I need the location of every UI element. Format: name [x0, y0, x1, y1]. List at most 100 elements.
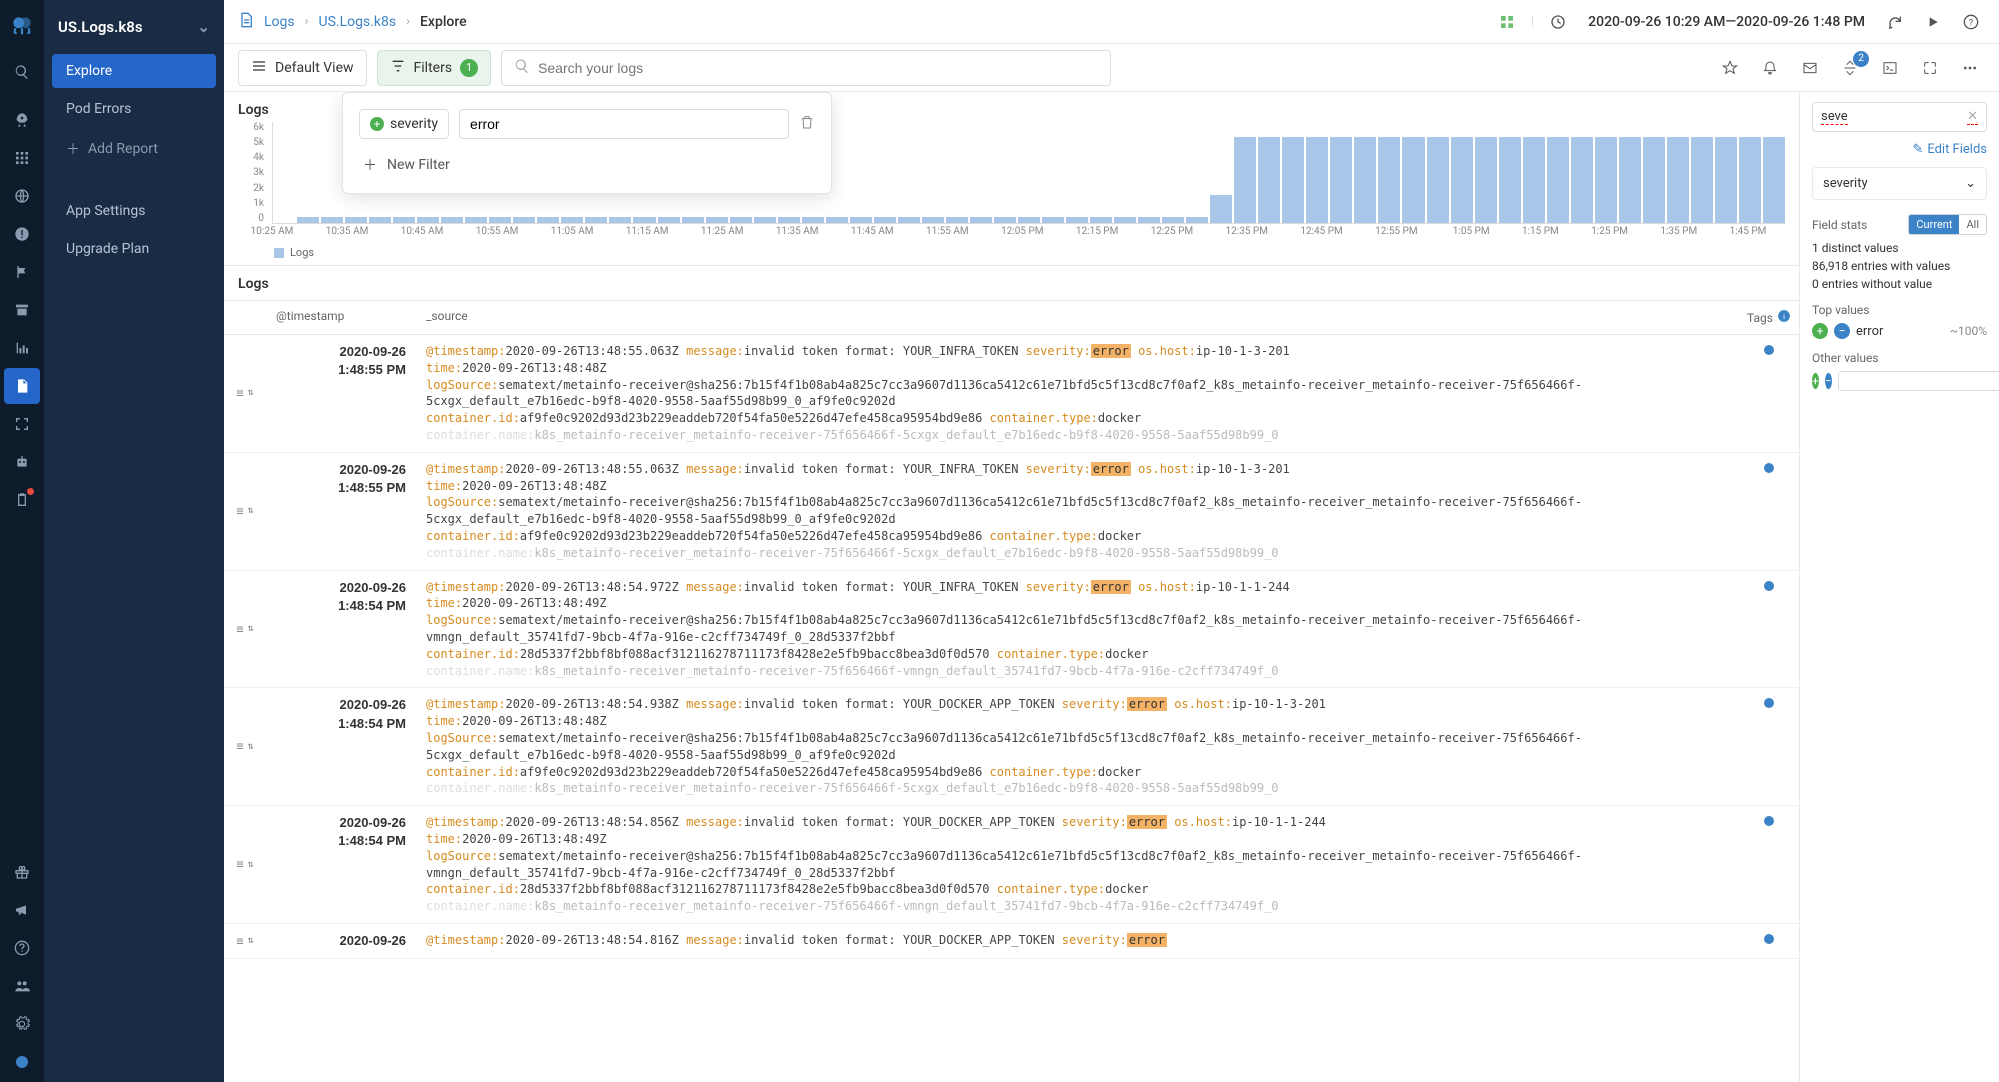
expand-icon[interactable] — [1915, 53, 1945, 83]
exclude-filter-icon[interactable]: − — [1825, 373, 1832, 389]
hamburger-icon[interactable]: ≡ — [236, 385, 243, 402]
default-view-button[interactable]: Default View — [238, 50, 367, 86]
tag-dot[interactable] — [1764, 816, 1774, 826]
field-stats-label: Field stats — [1812, 218, 1867, 232]
megaphone-icon[interactable] — [4, 892, 40, 928]
chevron-down-icon: ⌄ — [1965, 176, 1976, 191]
sort-icon[interactable]: ⇅ — [248, 934, 254, 948]
hamburger-icon[interactable]: ≡ — [236, 933, 243, 950]
log-row[interactable]: ≡⇅2020-09-261:48:55 PM@timestamp:2020-09… — [224, 335, 1799, 453]
search-icon[interactable] — [4, 54, 40, 90]
col-timestamp[interactable]: @timestamp — [266, 301, 416, 334]
help-icon[interactable]: ? — [1957, 8, 1985, 36]
clipboard-icon[interactable] — [4, 482, 40, 518]
help-icon[interactable] — [4, 930, 40, 966]
add-filter-icon[interactable]: + — [1812, 323, 1828, 339]
filter-field-chip[interactable]: + severity — [359, 109, 449, 139]
edit-fields-button[interactable]: ✎ Edit Fields — [1812, 142, 1987, 157]
sidebar-item-explore[interactable]: Explore — [52, 54, 216, 88]
field-search[interactable]: seve ✕ — [1812, 102, 1987, 132]
legend-swatch — [274, 248, 284, 258]
apps-icon[interactable] — [1493, 8, 1521, 36]
top-values-label: Top values — [1812, 303, 1987, 317]
play-icon[interactable] — [1919, 8, 1947, 36]
tag-dot[interactable] — [1764, 345, 1774, 355]
search-icon — [514, 58, 530, 78]
flag-icon[interactable] — [4, 254, 40, 290]
new-filter-button[interactable]: ＋ New Filter — [359, 153, 815, 177]
sort-icon[interactable]: ⇅ — [248, 858, 254, 872]
field-severity-accordion[interactable]: severity ⌄ — [1812, 167, 1987, 200]
tag-dot[interactable] — [1764, 698, 1774, 708]
exclude-filter-icon[interactable]: − — [1834, 323, 1850, 339]
col-tags[interactable]: Tags i — [1739, 301, 1799, 334]
sphere-icon[interactable] — [4, 1044, 40, 1080]
log-row[interactable]: ≡⇅2020-09-261:48:54 PM@timestamp:2020-09… — [224, 688, 1799, 806]
list-icon — [251, 58, 267, 78]
more-icon[interactable] — [1955, 53, 1985, 83]
tag-dot[interactable] — [1764, 581, 1774, 591]
recycle-icon[interactable]: 2 — [1835, 53, 1865, 83]
filter-value-input[interactable] — [459, 109, 789, 139]
col-source[interactable]: _source — [416, 301, 1739, 334]
terminal-icon[interactable] — [1875, 53, 1905, 83]
log-row[interactable]: ≡⇅2020-09-261:48:55 PM@timestamp:2020-09… — [224, 453, 1799, 571]
sidebar-item-app-settings[interactable]: App Settings — [52, 194, 216, 228]
clock-icon — [1544, 8, 1572, 36]
chart-icon[interactable] — [4, 330, 40, 366]
app-selector[interactable]: US.Logs.k8s ⌄ — [44, 10, 224, 52]
sort-icon[interactable]: ⇅ — [248, 622, 254, 636]
refresh-icon[interactable] — [1881, 8, 1909, 36]
other-value-input[interactable] — [1838, 371, 1999, 391]
sort-icon[interactable]: ⇅ — [248, 504, 254, 518]
grid-icon[interactable] — [4, 140, 40, 176]
hamburger-icon[interactable]: ≡ — [236, 738, 243, 755]
rocket-icon[interactable] — [4, 102, 40, 138]
app-title: US.Logs.k8s — [58, 18, 143, 36]
trash-icon[interactable] — [799, 114, 815, 134]
hamburger-icon[interactable]: ≡ — [236, 503, 243, 520]
sidebar-item-upgrade[interactable]: Upgrade Plan — [52, 232, 216, 266]
alert-icon[interactable] — [4, 216, 40, 252]
hamburger-icon[interactable]: ≡ — [236, 621, 243, 638]
log-row[interactable]: ≡⇅2020-09-261:48:54 PM@timestamp:2020-09… — [224, 571, 1799, 689]
star-icon[interactable] — [1715, 53, 1745, 83]
breadcrumb-root[interactable]: Logs — [264, 14, 295, 30]
users-icon[interactable] — [4, 968, 40, 1004]
document-icon — [238, 12, 254, 32]
time-range[interactable]: 2020-09-26 10:29 AM—2020-09-26 1:48 PM — [1582, 14, 1871, 30]
document-icon[interactable] — [4, 368, 40, 404]
focus-icon[interactable] — [4, 406, 40, 442]
tag-dot[interactable] — [1764, 463, 1774, 473]
hamburger-icon[interactable]: ≡ — [236, 856, 243, 873]
robot-icon[interactable] — [4, 444, 40, 480]
gear-icon[interactable] — [4, 1006, 40, 1042]
mail-icon[interactable] — [1795, 53, 1825, 83]
stat-with: 86,918 entries with values — [1812, 259, 1987, 273]
tag-dot[interactable] — [1764, 934, 1774, 944]
close-icon[interactable]: ✕ — [1967, 109, 1978, 125]
stats-scope-toggle[interactable]: Current All — [1908, 214, 1987, 235]
gift-icon[interactable] — [4, 854, 40, 890]
sort-icon[interactable]: ⇅ — [248, 740, 254, 754]
search-field[interactable] — [538, 60, 1098, 76]
add-report-button[interactable]: ＋ Add Report — [52, 130, 216, 168]
filters-button[interactable]: Filters 1 — [377, 50, 492, 86]
sort-icon[interactable]: ⇅ — [248, 386, 254, 400]
log-row[interactable]: ≡⇅2020-09-26@timestamp:2020-09-26T13:48:… — [224, 924, 1799, 959]
sidebar: US.Logs.k8s ⌄ Explore Pod Errors ＋ Add R… — [44, 0, 224, 1082]
filter-count-badge: 1 — [460, 59, 478, 77]
breadcrumb-app[interactable]: US.Logs.k8s — [319, 14, 397, 30]
bell-icon[interactable] — [1755, 53, 1785, 83]
sidebar-item-pod-errors[interactable]: Pod Errors — [52, 92, 216, 126]
logs-title: Logs — [224, 266, 1799, 300]
log-row[interactable]: ≡⇅2020-09-261:48:54 PM@timestamp:2020-09… — [224, 806, 1799, 924]
other-values-label: Other values — [1812, 351, 1987, 365]
info-icon[interactable]: i — [1777, 309, 1791, 326]
globe-icon[interactable] — [4, 178, 40, 214]
add-filter-icon[interactable]: + — [1812, 373, 1819, 389]
logs-panel: Logs @timestamp _source Tags i ≡⇅2020-09… — [224, 266, 1799, 1082]
archive-icon[interactable] — [4, 292, 40, 328]
plus-icon: ＋ — [66, 139, 80, 159]
search-input[interactable] — [501, 50, 1111, 86]
